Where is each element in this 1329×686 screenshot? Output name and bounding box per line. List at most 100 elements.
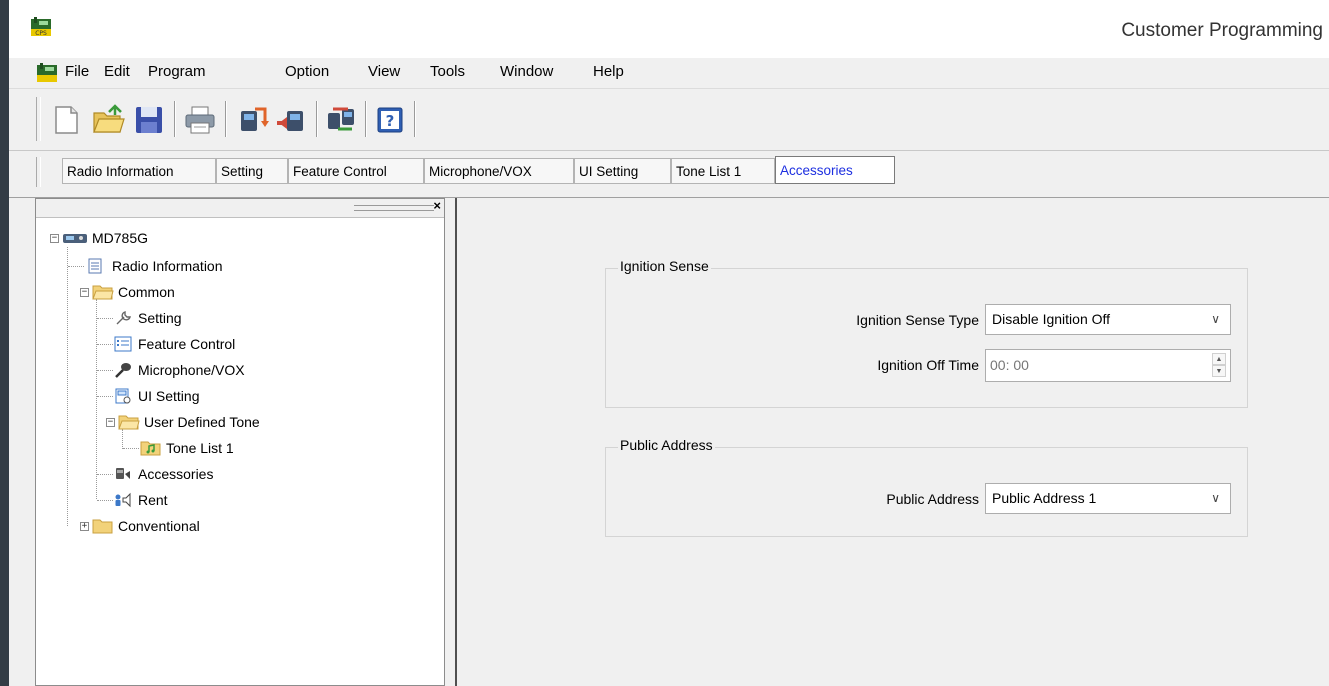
folder-open-icon [92, 285, 114, 300]
open-folder-icon[interactable] [91, 103, 125, 137]
ignition-sense-type-label: Ignition Sense Type [856, 312, 979, 328]
svg-text:?: ? [386, 112, 395, 130]
tree-node-setting[interactable]: Setting [36, 307, 436, 329]
tree-label: UI Setting [138, 388, 200, 404]
wrench-icon [116, 311, 131, 325]
tree-label: Setting [138, 310, 182, 326]
toolbar: ? [9, 89, 1329, 151]
toolbar-end-separator [414, 101, 416, 137]
folder-open-icon [118, 415, 140, 430]
application-window: CPS Customer Programming File Edit Progr… [9, 0, 1329, 686]
tab-setting[interactable]: Setting [216, 158, 288, 184]
window-title: Customer Programming [1121, 20, 1323, 41]
tree-node-md785g[interactable]: − MD785G [36, 227, 436, 249]
save-icon[interactable] [132, 103, 166, 137]
tree-label: Feature Control [138, 336, 236, 352]
expand-icon[interactable]: + [80, 522, 89, 531]
title-bar: CPS Customer Programming [9, 0, 1329, 58]
spinner-buttons: ▲ ▼ [1212, 353, 1226, 378]
select-value: Public Address 1 [992, 490, 1097, 506]
menu-option[interactable]: Option [285, 63, 329, 80]
navigation-tree-panel: × − MD785G Radio Information − Common Se… [35, 198, 445, 686]
radio-device-icon [63, 234, 87, 243]
tree-node-radio-information[interactable]: Radio Information [36, 255, 436, 277]
accessories-settings-panel: Ignition Sense Ignition Sense Type Disab… [455, 198, 1329, 686]
public-address-group: Public Address Public Address Public Add… [605, 437, 1248, 537]
collapse-icon[interactable]: − [106, 418, 115, 427]
new-file-icon[interactable] [49, 103, 83, 137]
menu-file[interactable]: File [65, 63, 89, 80]
group-title: Public Address [618, 437, 715, 453]
help-icon[interactable]: ? [373, 103, 407, 137]
folder-icon [92, 519, 113, 534]
tree-node-user-defined-tone[interactable]: − User Defined Tone [36, 411, 436, 433]
tree-label: User Defined Tone [144, 414, 260, 430]
tree-label: MD785G [92, 230, 149, 246]
tabbar-grip [36, 157, 41, 187]
tree-node-feature-control[interactable]: Feature Control [36, 333, 436, 355]
tree-node-accessories[interactable]: Accessories [36, 463, 436, 485]
tree-node-microphone-vox[interactable]: Microphone/VOX [36, 359, 436, 381]
read-radio-icon[interactable] [235, 103, 269, 137]
toolbar-separator [174, 101, 176, 137]
ignition-off-time-spinner[interactable]: 00: 00 ▲ ▼ [985, 349, 1231, 382]
panel-splitter[interactable] [445, 198, 455, 686]
tab-radio-information[interactable]: Radio Information [62, 158, 216, 184]
collapse-icon[interactable]: − [80, 288, 89, 297]
microphone-icon [115, 363, 131, 378]
chevron-down-icon: ∨ [1211, 491, 1220, 505]
tree-label: Common [118, 284, 175, 300]
toolbar-separator [225, 101, 227, 137]
spin-up-icon[interactable]: ▲ [1212, 353, 1226, 365]
write-radio-icon[interactable] [275, 103, 309, 137]
panel-close-icon[interactable]: × [433, 198, 441, 213]
tree-label: Radio Information [112, 258, 223, 274]
rent-icon [115, 492, 131, 508]
menu-tools[interactable]: Tools [430, 63, 465, 80]
tree-node-ui-setting[interactable]: UI Setting [36, 385, 436, 407]
ignition-sense-group: Ignition Sense Ignition Sense Type Disab… [605, 258, 1248, 408]
tree-label: Rent [138, 492, 168, 508]
ignition-sense-type-select[interactable]: Disable Ignition Off ∨ [985, 304, 1231, 335]
cps-menu-icon[interactable] [36, 63, 58, 83]
tab-tone-list-1[interactable]: Tone List 1 [671, 158, 775, 184]
toolbar-separator [316, 101, 318, 137]
spin-down-icon[interactable]: ▼ [1212, 365, 1226, 377]
group-title: Ignition Sense [618, 258, 711, 274]
tree-label: Accessories [138, 466, 214, 482]
ui-setting-icon [115, 388, 131, 404]
tone-list-icon [140, 441, 161, 456]
menu-program[interactable]: Program [148, 63, 206, 80]
public-address-select[interactable]: Public Address 1 ∨ [985, 483, 1231, 514]
menu-edit[interactable]: Edit [104, 63, 130, 80]
menu-view[interactable]: View [368, 63, 400, 80]
menu-help[interactable]: Help [593, 63, 624, 80]
cps-app-icon: CPS [31, 17, 51, 37]
accessories-icon [116, 468, 130, 479]
toolbar-separator [365, 101, 367, 137]
tree-node-conventional[interactable]: + Conventional [36, 515, 436, 537]
tab-accessories[interactable]: Accessories [775, 156, 895, 184]
tab-microphone-vox[interactable]: Microphone/VOX [424, 158, 574, 184]
print-icon[interactable] [183, 103, 217, 137]
list-icon [114, 336, 132, 352]
public-address-label: Public Address [886, 491, 979, 507]
tree-label: Microphone/VOX [138, 362, 245, 378]
tree-node-tone-list-1[interactable]: Tone List 1 [36, 437, 436, 459]
document-icon [88, 258, 102, 274]
ignition-off-time-label: Ignition Off Time [877, 357, 979, 373]
tree-node-common[interactable]: − Common [36, 281, 436, 303]
tree-label: Tone List 1 [166, 440, 234, 456]
menu-window[interactable]: Window [500, 63, 553, 80]
tree-label: Conventional [118, 518, 200, 534]
panel-drag-handle[interactable] [354, 205, 434, 211]
panel-header: × [36, 198, 444, 218]
tab-ui-setting[interactable]: UI Setting [574, 158, 671, 184]
tab-bar: Radio Information Setting Feature Contro… [9, 151, 1329, 198]
tab-feature-control[interactable]: Feature Control [288, 158, 424, 184]
select-value: Disable Ignition Off [992, 311, 1111, 327]
collapse-icon[interactable]: − [50, 234, 59, 243]
toolbar-grip [36, 97, 41, 141]
tree-node-rent[interactable]: Rent [36, 489, 436, 511]
clone-radio-icon[interactable] [324, 103, 358, 137]
